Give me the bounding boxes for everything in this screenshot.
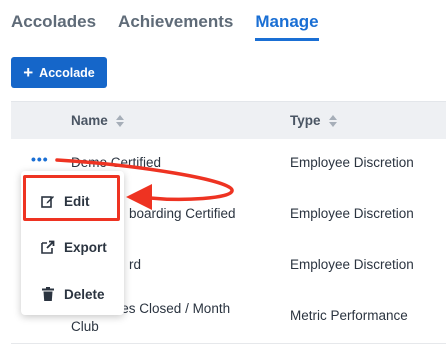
add-accolade-button[interactable]: + Accolade (11, 57, 107, 88)
tab-manage[interactable]: Manage (255, 12, 319, 41)
accolade-name: Demo Certified (71, 155, 162, 170)
accolade-name: boarding Certified (129, 206, 236, 221)
accolade-type: Employee Discretion (290, 206, 414, 221)
accolade-type: Employee Discretion (290, 155, 414, 170)
sort-icon (328, 114, 337, 127)
tab-bar: Accolades Achievements Manage (11, 12, 341, 41)
menu-item-export[interactable]: Export (21, 232, 124, 262)
export-icon (40, 240, 56, 254)
column-header-name[interactable]: Name (71, 113, 124, 128)
add-accolade-label: Accolade (39, 65, 95, 80)
tab-achievements[interactable]: Achievements (118, 12, 233, 41)
menu-item-delete[interactable]: Delete (21, 279, 124, 309)
annotation-highlight-box (23, 175, 120, 221)
table-header: Name Type (11, 101, 446, 141)
accolade-type: Employee Discretion (290, 257, 414, 272)
tab-accolades[interactable]: Accolades (11, 12, 96, 41)
accolade-type: Metric Performance (290, 308, 408, 323)
trash-icon (40, 287, 56, 301)
sort-icon (115, 114, 124, 127)
accolade-name: rd (129, 257, 142, 272)
column-header-type[interactable]: Type (290, 113, 337, 128)
plus-icon: + (23, 63, 34, 82)
more-options-icon[interactable]: ••• (31, 151, 49, 167)
